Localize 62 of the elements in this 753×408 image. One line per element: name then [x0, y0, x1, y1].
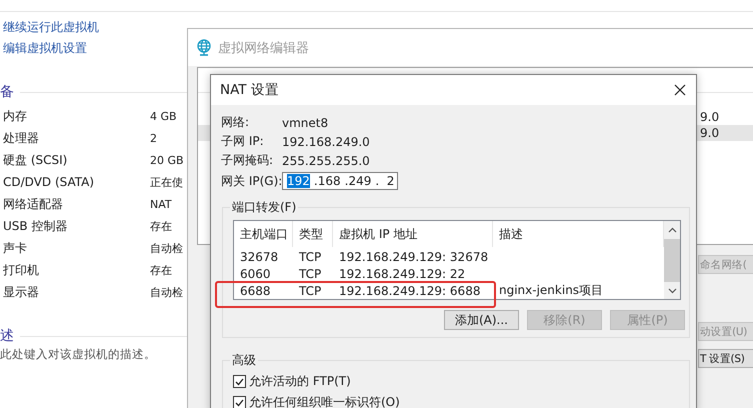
checkbox-label: 允许活动的 FTP(T) — [249, 373, 351, 390]
field-value: 192.168.249.0 — [282, 134, 371, 148]
scroll-thumb[interactable] — [664, 239, 680, 282]
device-name[interactable]: 处理器 — [3, 130, 150, 146]
group-title: 高级 — [231, 352, 257, 369]
table-cell-text: 192.168.249.129: 22 — [338, 266, 466, 280]
field-label: 子网掩码: — [221, 152, 274, 169]
device-value: NAT — [150, 198, 172, 210]
device-name[interactable]: 打印机 — [3, 262, 150, 278]
table-cell-text: 192.168.249.129: 32678 — [338, 250, 490, 264]
device-value: 2 — [150, 132, 157, 144]
table-cell-text: TCP — [298, 284, 322, 298]
scroll-up-icon — [668, 227, 676, 233]
globe-icon — [196, 38, 212, 56]
column-header[interactable]: 主机端口 — [234, 221, 293, 247]
device-value: 存在 — [150, 262, 172, 278]
device-name[interactable]: USB 控制器 — [3, 218, 150, 234]
device-value: 20 GB — [150, 154, 184, 166]
group-title: 端口转发(F) — [231, 199, 298, 216]
field-value: 255.255.255.0 — [282, 154, 371, 168]
column-header[interactable]: 类型 — [293, 221, 333, 247]
gateway-ip-field[interactable]: 192 .168 .249 . 2 — [282, 172, 398, 190]
device-name[interactable]: 网络适配器 — [3, 196, 150, 212]
description-text[interactable]: 此处键入对该虚拟机的描述。 — [0, 347, 187, 362]
field-label: 网络: — [221, 114, 250, 131]
device-name[interactable]: 硬盘 (SCSI) — [3, 152, 150, 168]
field-label: 网关 IP(G): — [221, 172, 282, 190]
device-name[interactable]: 显示器 — [3, 284, 150, 300]
table-cell-text: 6060 — [239, 266, 272, 280]
checkbox-label: 允许任何组织唯一标识符(O) — [249, 394, 400, 408]
device-name[interactable]: CD/DVD (SATA) — [3, 175, 150, 189]
table-cell-text: nginx-jenkins项目 — [498, 282, 604, 299]
scrollbar[interactable] — [664, 221, 680, 299]
action-link[interactable]: 继续运行此虚拟机 — [3, 19, 99, 36]
device-value: 存在 — [150, 218, 172, 234]
scroll-down-icon — [668, 288, 676, 294]
device-name[interactable]: 内存 — [3, 108, 150, 124]
device-value: 自动检 — [150, 240, 183, 256]
table-cell-text: 32678 — [239, 250, 280, 264]
device-value: 正在使 — [150, 174, 183, 190]
table-cell-text: TCP — [298, 250, 322, 264]
check-icon — [235, 378, 244, 386]
window-title: 虚拟网络编辑器 — [218, 40, 309, 56]
field-label: 子网 IP: — [221, 133, 265, 150]
table-cell-text: 6688 — [239, 284, 272, 298]
device-value: 自动检 — [150, 284, 183, 300]
dialog-button[interactable]: 添加(A)... — [444, 310, 519, 330]
table-cell-text: 192.168.249.129: 6688 — [338, 284, 482, 298]
device-name[interactable]: 声卡 — [3, 240, 150, 256]
checkbox[interactable] — [233, 396, 246, 408]
column-header[interactable]: 虚拟机 IP 地址 — [333, 221, 493, 247]
check-icon — [235, 398, 244, 406]
field-value: vmnet8 — [282, 116, 330, 130]
close-icon — [674, 84, 686, 96]
action-link[interactable]: 编辑虚拟机设置 — [3, 40, 87, 57]
dialog-title: NAT 设置 — [220, 81, 279, 99]
table-cell-text: TCP — [298, 266, 322, 280]
device-value: 4 GB — [150, 110, 177, 122]
section-heading: 述 — [0, 327, 14, 345]
checkbox[interactable] — [233, 375, 246, 388]
editor-button[interactable]: T 设置(S) — [698, 349, 753, 368]
section-heading: 备 — [0, 83, 14, 101]
